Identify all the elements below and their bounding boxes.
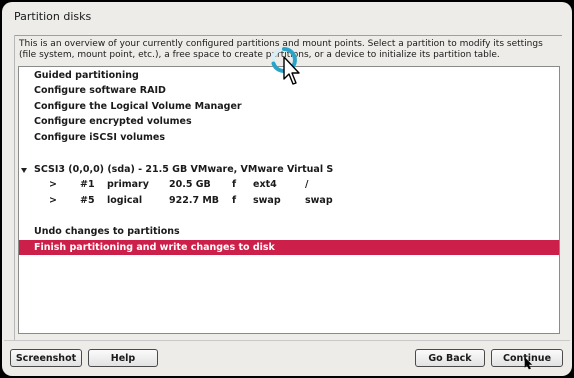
- partition-size: 922.7 MB: [169, 195, 220, 206]
- partition-mount-point: /: [305, 179, 309, 190]
- partition-arrow: >: [49, 195, 57, 206]
- installer-window: Partition disks This is an overview of y…: [2, 2, 572, 376]
- menu-item-lvm[interactable]: Configure the Logical Volume Manager: [19, 100, 559, 114]
- window-title: Partition disks: [14, 10, 92, 23]
- partition-number: #5: [80, 195, 95, 206]
- menu-item-label: Configure encrypted volumes: [34, 116, 192, 127]
- disk-label: SCSI3 (0,0,0) (sda) - 21.5 GB VMware, VM…: [34, 164, 334, 175]
- disk-row[interactable]: SCSI3 (0,0,0) (sda) - 21.5 GB VMware, VM…: [19, 163, 559, 177]
- partition-mount-point: swap: [305, 195, 333, 206]
- partition-number: #1: [80, 179, 95, 190]
- partition-type: primary: [107, 179, 149, 190]
- partition-size: 20.5 GB: [169, 179, 211, 190]
- partition-row[interactable]: > #1 primary 20.5 GB f ext4 /: [19, 178, 559, 192]
- menu-item-label: Finish partitioning and write changes to…: [34, 242, 275, 253]
- menu-item-software-raid[interactable]: Configure software RAID: [19, 84, 559, 98]
- menu-item-label: Undo changes to partitions: [34, 226, 180, 237]
- menu-item-label: Configure software RAID: [34, 85, 166, 96]
- description-line: This is an overview of your currently co…: [19, 39, 543, 49]
- menu-item-iscsi-volumes[interactable]: Configure iSCSI volumes: [19, 131, 559, 145]
- menu-item-finish-partitioning[interactable]: Finish partitioning and write changes to…: [19, 240, 559, 255]
- screenshot-button[interactable]: Screenshot: [10, 349, 82, 367]
- divider: [14, 35, 562, 36]
- partition-row[interactable]: > #5 logical 922.7 MB f swap swap: [19, 194, 559, 208]
- menu-item-label: Configure iSCSI volumes: [34, 132, 165, 143]
- menu-item-label: Guided partitioning: [34, 70, 139, 81]
- partition-filesystem: swap: [253, 195, 281, 206]
- partition-arrow: >: [49, 179, 57, 190]
- partition-flag: f: [232, 179, 237, 190]
- continue-button[interactable]: Continue: [491, 349, 563, 367]
- partition-flag: f: [232, 195, 237, 206]
- help-button[interactable]: Help: [88, 349, 158, 367]
- menu-item-encrypted-volumes[interactable]: Configure encrypted volumes: [19, 115, 559, 129]
- partition-list[interactable]: Guided partitioning Configure software R…: [18, 66, 560, 334]
- triangle-down-icon: [21, 168, 27, 173]
- menu-item-label: Configure the Logical Volume Manager: [34, 101, 242, 112]
- divider: [4, 340, 570, 341]
- partition-type: logical: [107, 195, 143, 206]
- description-line: (file system, mount point, etc.), a free…: [19, 50, 500, 60]
- menu-item-undo-changes[interactable]: Undo changes to partitions: [19, 225, 559, 239]
- divider: [14, 35, 15, 340]
- partition-filesystem: ext4: [253, 179, 277, 190]
- description-text: This is an overview of your currently co…: [19, 39, 564, 61]
- go-back-button[interactable]: Go Back: [415, 349, 485, 367]
- menu-item-guided-partitioning[interactable]: Guided partitioning: [19, 69, 559, 83]
